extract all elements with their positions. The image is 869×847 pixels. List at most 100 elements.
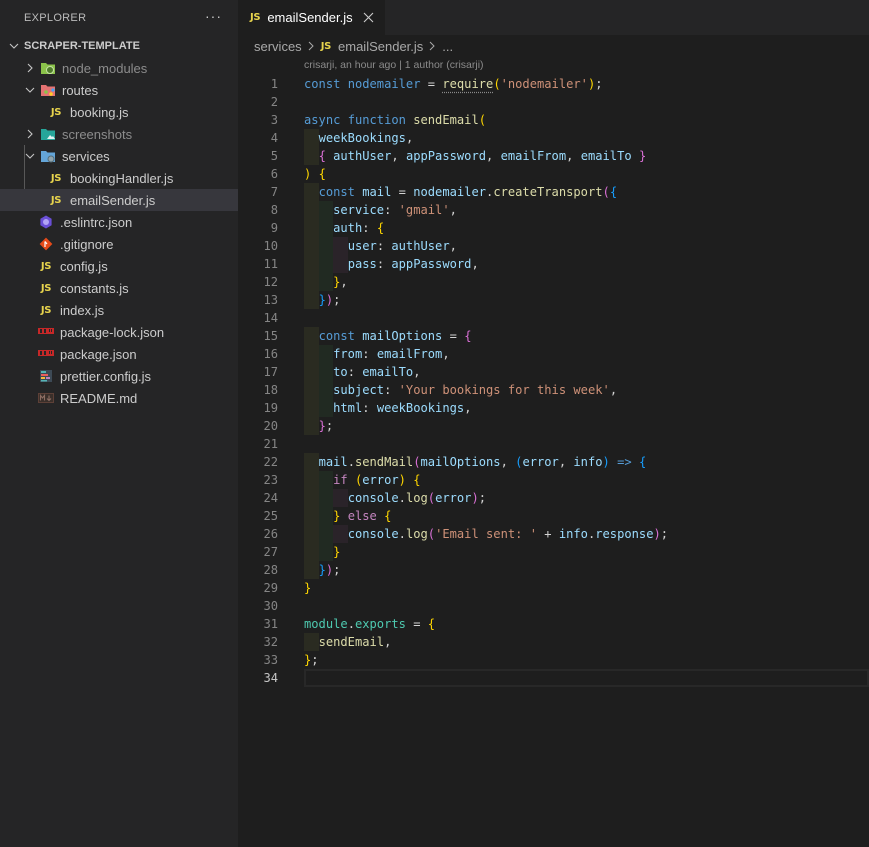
code-token: 'Your bookings for this week' (398, 383, 610, 397)
line-number: 16 (263, 347, 278, 361)
code-token: ; (478, 491, 487, 505)
code-token: emailFrom (376, 347, 443, 361)
tree-file-booking-js[interactable]: JS booking.js (0, 101, 238, 123)
code-line: 29 } (238, 579, 869, 597)
tree-item-label: bookingHandler.js (70, 170, 174, 186)
code-text: sendEmail, (304, 635, 392, 649)
tree-file-bookinghandler-js[interactable]: JS bookingHandler.js (0, 167, 238, 189)
code-token: = (442, 329, 465, 343)
code-line: 31 module.exports = { (238, 615, 869, 633)
project-root[interactable]: SCRAPER-TEMPLATE (0, 35, 238, 57)
code-token: , (471, 257, 479, 271)
chevron-down-icon (6, 38, 22, 54)
code-token: auth (333, 221, 363, 235)
tree-item-label: node_modules (62, 60, 148, 76)
code-token: { (384, 509, 392, 523)
git-blame-annotation[interactable]: crisarji, an hour ago | 1 author (crisar… (304, 59, 484, 71)
tree-folder-services[interactable]: services (0, 145, 238, 167)
code-token: : (347, 365, 363, 379)
code-token: , (449, 239, 457, 253)
code-line: 33 }; (238, 651, 869, 669)
tree-item-label: booking.js (70, 104, 129, 120)
tree-folder-node-modules[interactable]: node_modules (0, 57, 238, 79)
line-number: 2 (270, 95, 278, 109)
tree-file-constants-js[interactable]: JS constants.js (0, 277, 238, 299)
code-line: 20 }; (238, 417, 869, 435)
code-token: user (347, 239, 377, 253)
breadcrumb-symbols[interactable]: ... (442, 39, 453, 54)
line-number: 7 (270, 185, 278, 199)
tree-file-index-js[interactable]: JS index.js (0, 299, 238, 321)
code-token: weekBookings (376, 401, 465, 415)
code-token: : (376, 239, 392, 253)
code-token: . (347, 455, 355, 469)
tree-file-emailsender-js[interactable]: JS emailSender.js (0, 189, 238, 211)
code-token: = (391, 185, 414, 199)
code-token: ; (660, 527, 669, 541)
js-icon: JS (250, 12, 261, 23)
line-number: 26 (263, 527, 278, 541)
code-text: if (error) { (304, 473, 420, 487)
code-token: info (558, 527, 588, 541)
tree-item-label: package-lock.json (60, 324, 165, 340)
tree-item-label: config.js (60, 258, 108, 274)
tree-folder-screenshots[interactable]: screenshots (0, 123, 238, 145)
breadcrumb: services JS emailSender.js ... (238, 35, 869, 57)
code-text: }); (304, 293, 341, 307)
npm-icon (38, 346, 54, 362)
breadcrumb-folder[interactable]: services (254, 39, 302, 54)
code-token: . (398, 491, 406, 505)
code-text: } (304, 581, 311, 595)
code-text: mail.sendMail(mailOptions, (error, info)… (304, 455, 647, 469)
code-token: if (333, 473, 348, 487)
tree-file-eslintrc[interactable]: .eslintrc.json (0, 211, 238, 233)
code-line: 17 to: emailTo, (238, 363, 869, 381)
code-text: async function sendEmail( (304, 113, 486, 127)
line-number: 9 (270, 221, 278, 235)
line-number: 8 (270, 203, 278, 217)
tab-emailsender-js[interactable]: JS emailSender.js (238, 0, 385, 35)
code-token: { (464, 329, 472, 343)
tree-item-label: .eslintrc.json (60, 214, 133, 230)
chevron-right-icon (22, 126, 38, 142)
code-token: weekBookings (318, 131, 406, 145)
line-number: 28 (263, 563, 278, 577)
code-token: : (376, 257, 392, 271)
code-token: } (304, 581, 312, 595)
tree-item-label: emailSender.js (70, 192, 156, 208)
code-token: , (391, 149, 406, 163)
close-icon[interactable] (362, 11, 376, 25)
code-token: { (318, 149, 326, 163)
tree-file-gitignore[interactable]: .gitignore (0, 233, 238, 255)
line-number: 23 (263, 473, 278, 487)
tree-file-readme[interactable]: README.md (0, 387, 238, 409)
tree-file-package-lock[interactable]: package-lock.json (0, 321, 238, 343)
code-token: error (362, 473, 399, 487)
code-token: } (333, 509, 341, 523)
breadcrumb-file[interactable]: emailSender.js (338, 39, 423, 54)
line-number: 12 (263, 275, 278, 289)
code-token: createTransport (493, 185, 603, 199)
tree-file-prettier-config[interactable]: prettier.config.js (0, 365, 238, 387)
tree-folder-routes[interactable]: routes (0, 79, 238, 101)
code-token: mailOptions (420, 455, 501, 469)
line-number: 22 (263, 455, 278, 469)
line-number: 34 (263, 671, 278, 685)
code-token: to (333, 365, 348, 379)
tree-file-config-js[interactable]: JS config.js (0, 255, 238, 277)
line-number: 25 (263, 509, 278, 523)
code-token: authUser (391, 239, 450, 253)
code-token: response (595, 527, 654, 541)
ellipsis-icon[interactable]: ··· (205, 9, 222, 23)
eslint-icon (38, 214, 54, 230)
code-token: } (318, 563, 326, 577)
code-token: const (318, 185, 355, 199)
code-token: , (558, 455, 574, 469)
editor-area: JS emailSender.js services JS emailSende… (238, 0, 869, 847)
line-number: 33 (263, 653, 278, 667)
code-token: , (449, 203, 457, 217)
chevron-down-icon (22, 148, 38, 164)
tree-file-package-json[interactable]: package.json (0, 343, 238, 365)
tree-item-label: README.md (60, 390, 138, 406)
